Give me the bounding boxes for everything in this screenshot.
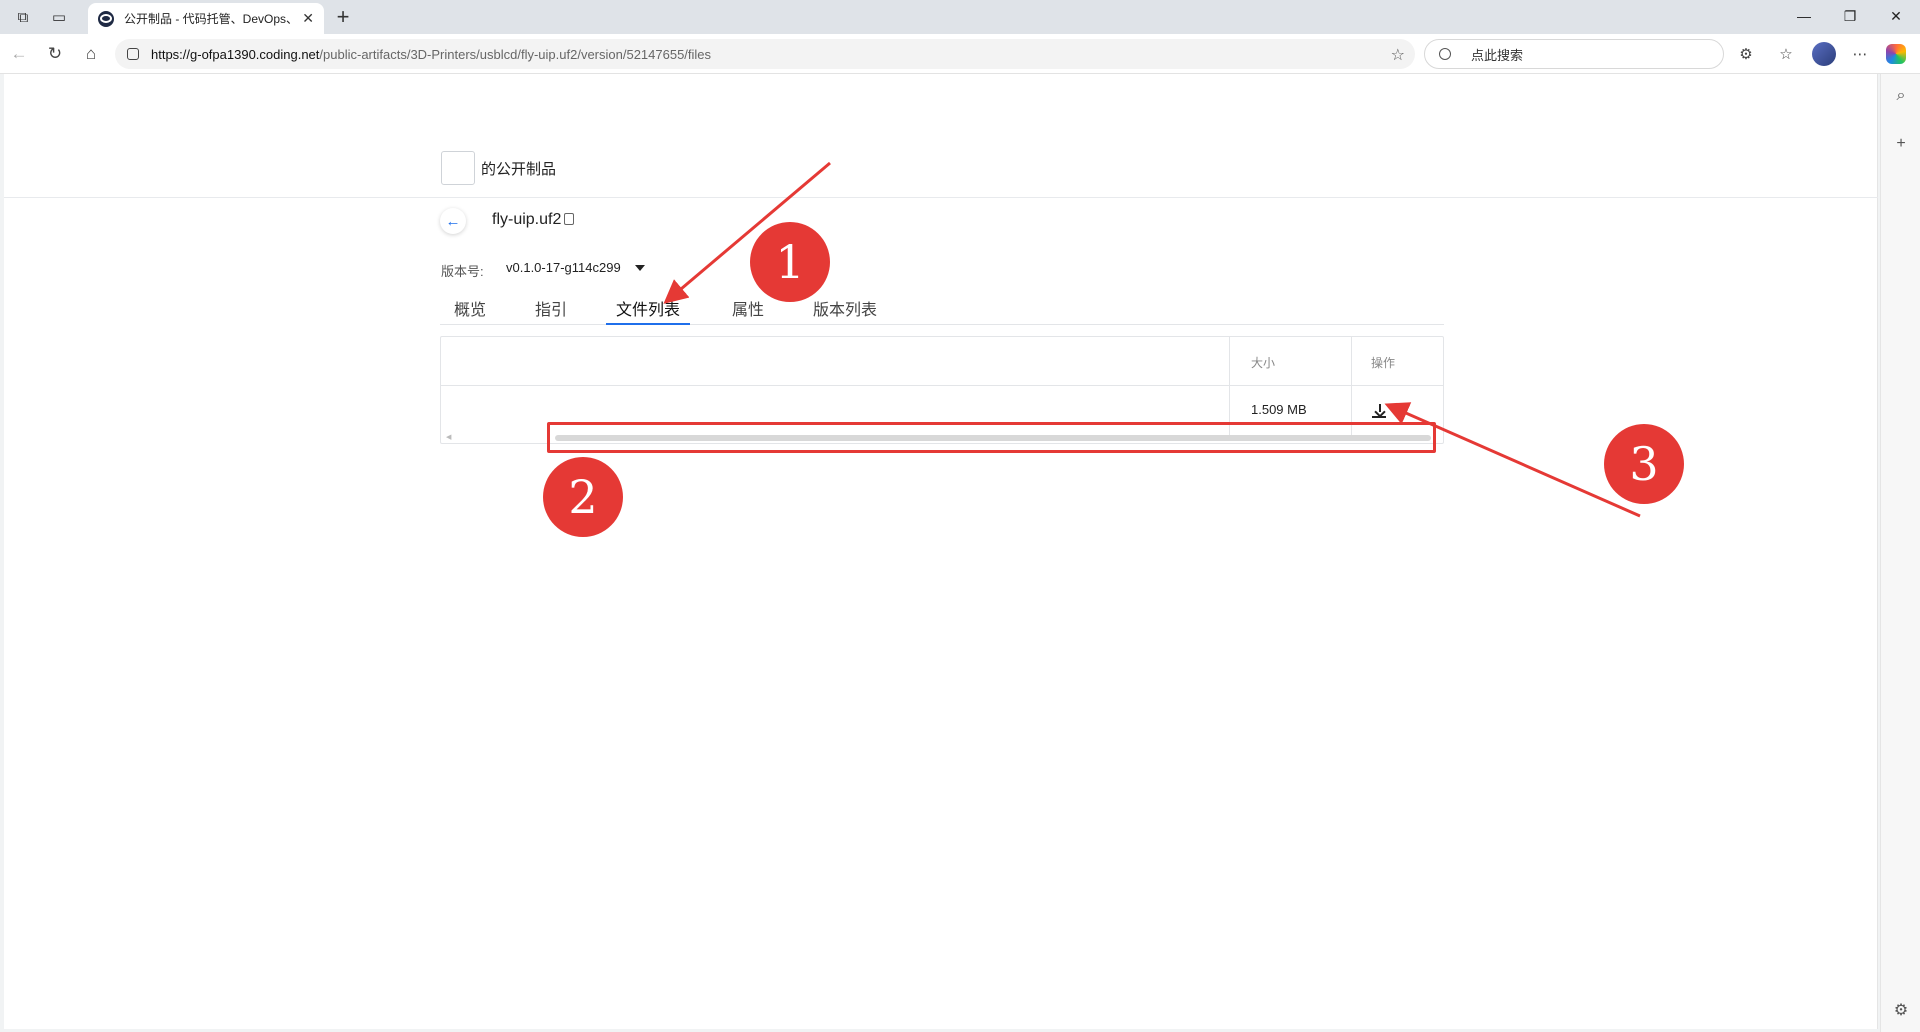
header-action: 操作 — [1371, 356, 1396, 370]
tab-guide[interactable]: 指引 — [535, 296, 567, 320]
version-label: 版本号: — [441, 264, 484, 279]
home-icon[interactable]: ⌂ — [78, 41, 104, 67]
tab-version-list[interactable]: 版本列表 — [813, 296, 877, 320]
copy-icon[interactable] — [564, 213, 575, 225]
favorites-icon[interactable]: ☆ — [1774, 42, 1798, 66]
new-tab-icon[interactable]: + — [330, 4, 356, 30]
annotation-badge-3: 3 — [1604, 424, 1684, 504]
lock-icon — [127, 48, 139, 60]
search-placeholder: 点此搜索 — [1471, 47, 1524, 63]
scroll-left-icon[interactable]: ◀ — [446, 433, 451, 441]
table-header-row: 大小 操作 — [441, 337, 1443, 386]
annotation-box-scrollbar — [547, 422, 1436, 453]
version-value: v0.1.0-17-g114c299 — [506, 260, 621, 275]
workspaces-icon[interactable]: ⧉ — [10, 5, 36, 29]
tab-close-icon[interactable]: ✕ — [302, 10, 314, 27]
package-tabs: 概览 指引 文件列表 属性 版本列表 — [440, 284, 1444, 325]
url-path: /public-artifacts/3D-Printers/usblcd/fly… — [319, 46, 712, 62]
tab-overview[interactable]: 概览 — [454, 296, 486, 320]
org-name: 的公开制品 — [481, 160, 557, 178]
back-icon[interactable]: ← — [6, 41, 32, 67]
tab-properties[interactable]: 属性 — [732, 296, 764, 320]
package-name: fly-uip.uf2 — [492, 211, 562, 228]
download-icon-base — [1372, 416, 1386, 418]
vertical-tabs-icon[interactable]: ▭ — [46, 5, 72, 29]
annotation-badge-2: 2 — [543, 457, 623, 537]
browser-toolbar: ← ↻ ⌂ https://g-ofpa1390.coding.net/publ… — [0, 34, 1920, 74]
url-host: https://g-ofpa1390.coding.net — [151, 46, 320, 62]
browser-tab-active[interactable]: 公开制品 - 代码托管、DevOps、( ✕ — [88, 3, 324, 34]
active-tab-indicator — [606, 323, 690, 325]
sidebar-settings-icon[interactable]: ⚙ — [1889, 998, 1913, 1022]
browser-tab-strip: ⧉ ▭ 公开制品 - 代码托管、DevOps、( ✕ + — ❐ ✕ — [0, 0, 1920, 34]
header-divider — [4, 197, 1878, 198]
sidebar-add-icon[interactable]: + — [1889, 132, 1913, 156]
extensions-icon[interactable]: ⚙ — [1734, 42, 1758, 66]
annotation-badge-1: 1 — [750, 222, 830, 302]
sidebar-search-icon[interactable]: ⌕ — [1889, 84, 1913, 108]
header-size: 大小 — [1251, 356, 1276, 370]
more-menu-icon[interactable]: ⋯ — [1848, 42, 1872, 66]
close-window-icon[interactable]: ✕ — [1876, 4, 1916, 28]
search-box[interactable]: 点此搜索 — [1424, 39, 1724, 69]
back-button[interactable]: ← — [440, 208, 466, 234]
browser-sidebar: ⌕ + ⚙ — [1880, 74, 1920, 1032]
org-logo — [441, 151, 475, 185]
page-viewport: 的公开制品 ← fly-uip.uf2 版本号: v0.1.0-17-g114c… — [4, 74, 1878, 1029]
file-size: 1.509 MB — [1251, 402, 1307, 417]
org-header: 的公开制品 — [441, 151, 556, 185]
tab-file-list[interactable]: 文件列表 — [616, 296, 680, 320]
search-icon — [1439, 48, 1451, 60]
minimize-icon[interactable]: — — [1784, 4, 1824, 28]
tab-title: 公开制品 - 代码托管、DevOps、( — [124, 12, 297, 26]
coding-favicon-icon — [98, 10, 114, 27]
address-bar[interactable]: https://g-ofpa1390.coding.net/public-art… — [115, 39, 1415, 69]
copilot-icon[interactable] — [1886, 44, 1906, 64]
caret-down-icon — [634, 264, 645, 271]
version-select[interactable]: v0.1.0-17-g114c299 — [506, 260, 645, 275]
package-title: fly-uip.uf2 — [492, 211, 575, 229]
refresh-icon[interactable]: ↻ — [42, 41, 68, 67]
favorite-star-icon[interactable]: ☆ — [1391, 45, 1405, 65]
restore-icon[interactable]: ❐ — [1830, 4, 1870, 28]
profile-avatar[interactable] — [1812, 42, 1836, 66]
